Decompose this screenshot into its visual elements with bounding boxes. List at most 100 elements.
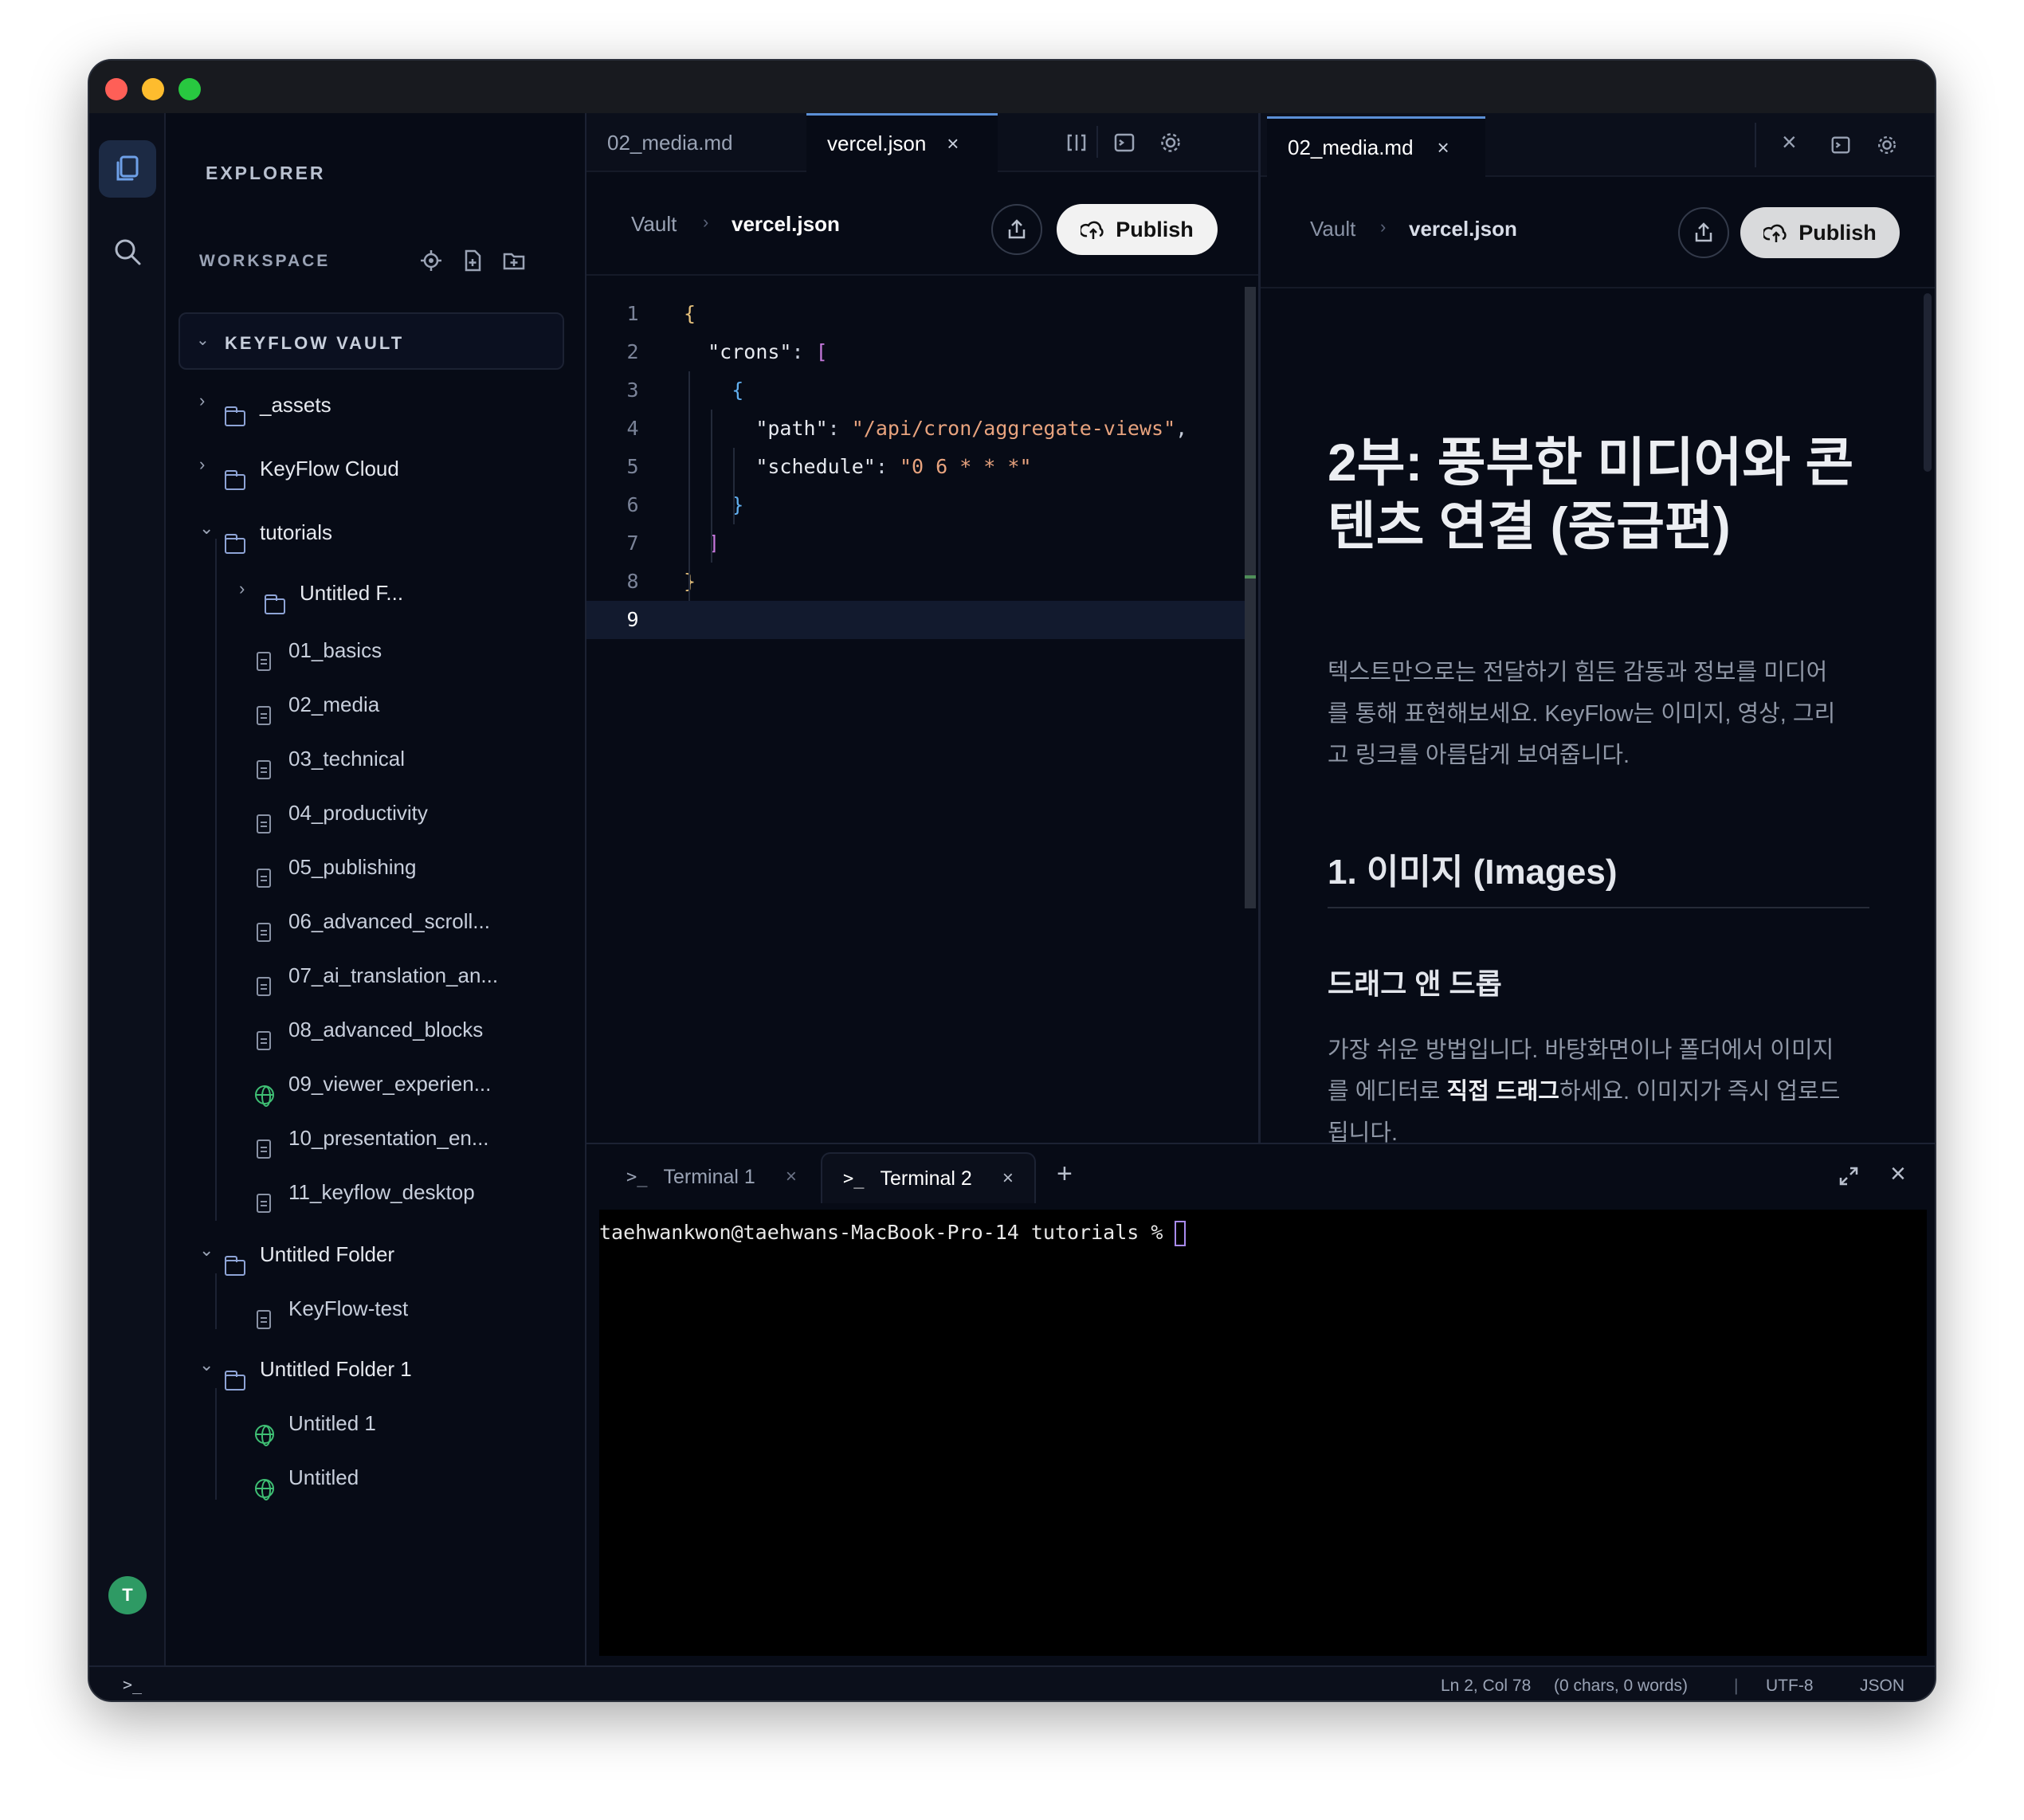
tab-label: 02_media.md [1288, 135, 1414, 159]
publish-button[interactable]: Publish [1057, 204, 1218, 255]
close-tab-icon[interactable]: × [1002, 1167, 1014, 1190]
explorer-rail-button[interactable] [99, 140, 156, 198]
tree-file[interactable]: KeyFlow-test [166, 1286, 583, 1329]
terminal-output[interactable]: taehwankwon@taehwans-MacBook-Pro-14 tuto… [599, 1210, 1927, 1656]
new-file-button[interactable] [461, 249, 484, 277]
globe-icon [255, 1479, 274, 1500]
terminal-tab-label: Terminal 2 [880, 1167, 972, 1190]
tree-item-label: 05_publishing [288, 855, 417, 879]
file-icon [257, 1310, 271, 1329]
tree-item-label: Untitled F... [300, 581, 404, 605]
file-icon [257, 1031, 271, 1050]
tree-file[interactable]: 02_media [166, 682, 583, 725]
code-editor[interactable]: 1{2 "crons": [3 {4 "path": "/api/cron/ag… [586, 287, 1245, 1084]
folder-icon [225, 406, 245, 426]
line-number: 6 [626, 493, 639, 516]
terminal-tab-2[interactable]: >_ Terminal 2 × [821, 1152, 1036, 1203]
close-tab-icon[interactable]: × [1438, 135, 1449, 160]
add-terminal-icon[interactable]: + [1057, 1159, 1073, 1190]
terminal-tab-1[interactable]: >_ Terminal 1 × [602, 1152, 834, 1202]
chevron-down-icon[interactable]: ⌄ [199, 518, 214, 539]
terminal-toggle-button[interactable] [1830, 134, 1852, 156]
bold-text: 직접 드래그 [1446, 1079, 1559, 1104]
tree-folder[interactable]: ⌄ Untitled Folder [166, 1232, 583, 1276]
new-folder-button[interactable] [502, 249, 526, 277]
minimize-window-button[interactable] [142, 78, 164, 100]
pane-settings-button[interactable] [1159, 131, 1183, 155]
editor-scrollbar[interactable] [1245, 287, 1256, 908]
right-tab-bar: 02_media.md × × [1261, 113, 1935, 177]
folder-icon [225, 1371, 245, 1390]
tree-file[interactable]: 06_advanced_scroll... [166, 899, 583, 942]
search-rail-button[interactable] [99, 223, 156, 280]
tree-file[interactable]: 10_presentation_en... [166, 1116, 583, 1159]
tree-item-label: 04_productivity [288, 801, 428, 825]
share-button[interactable] [1678, 207, 1729, 258]
line-number: 3 [626, 379, 639, 402]
split-view-button[interactable] [1065, 131, 1088, 155]
tab-vercel-json[interactable]: vercel.json × [806, 113, 998, 172]
line-number: 4 [626, 417, 639, 440]
tree-file[interactable]: 09_viewer_experien... [166, 1061, 583, 1107]
terminal-prompt-icon[interactable]: >_ [123, 1675, 142, 1694]
encoding[interactable]: UTF-8 [1766, 1677, 1814, 1696]
tree-folder[interactable]: › KeyFlow Cloud [166, 446, 583, 490]
avatar[interactable]: T [108, 1576, 147, 1614]
line-number: 8 [626, 570, 639, 593]
indent-guide [215, 1388, 217, 1500]
chevron-right-icon[interactable]: › [199, 454, 205, 475]
publish-button[interactable]: Publish [1740, 207, 1900, 258]
tree-file[interactable]: 04_productivity [166, 790, 583, 834]
tree-file[interactable]: 11_keyflow_desktop [166, 1170, 583, 1213]
file-icon [257, 1139, 271, 1159]
zoom-window-button[interactable] [178, 78, 201, 100]
heading-line: 2부: 풍부한 미디어와 콘 [1328, 433, 1854, 492]
vault-header[interactable]: ⌄ KEYFLOW VAULT [178, 312, 564, 370]
preview-scrollbar[interactable] [1924, 293, 1932, 472]
breadcrumb-root[interactable]: Vault [631, 212, 677, 237]
close-window-button[interactable] [105, 78, 127, 100]
close-tab-icon[interactable]: × [786, 1166, 797, 1188]
chevron-down-icon[interactable]: ⌄ [199, 1355, 214, 1375]
folder-icon [265, 594, 285, 614]
tree-file[interactable]: Untitled 1 [166, 1401, 583, 1446]
share-icon [1695, 222, 1712, 242]
tree-folder[interactable]: › _assets [166, 382, 583, 426]
tree-folder[interactable]: ⌄ tutorials [166, 510, 583, 554]
close-pane-icon[interactable]: × [1782, 127, 1797, 157]
pane-settings-button[interactable] [1876, 134, 1898, 156]
language-mode[interactable]: JSON [1860, 1677, 1904, 1696]
cursor-position[interactable]: Ln 2, Col 78 [1441, 1677, 1531, 1696]
close-panel-icon[interactable]: × [1890, 1159, 1906, 1190]
target-icon [421, 250, 441, 271]
globe-icon [255, 1085, 274, 1107]
tree-item-label: 11_keyflow_desktop [288, 1180, 475, 1204]
preview-heading-1: 2부: 풍부한 미디어와 콘 텐츠 연결 (중급편) [1328, 430, 1853, 558]
tab-02-media-preview[interactable]: 02_media.md × [1267, 116, 1485, 177]
tree-file[interactable]: 05_publishing [166, 845, 583, 888]
code-text: { [732, 379, 744, 402]
tab-02-media[interactable]: 02_media.md [586, 113, 806, 172]
chevron-right-icon[interactable]: › [239, 579, 245, 599]
locate-file-button[interactable] [419, 249, 443, 277]
tree-file[interactable]: 07_ai_translation_an... [166, 953, 583, 996]
tree-file[interactable]: 03_technical [166, 736, 583, 779]
terminal-toggle-button[interactable] [1112, 131, 1136, 155]
close-tab-icon[interactable]: × [947, 131, 959, 156]
share-button[interactable] [991, 204, 1042, 255]
tree-folder[interactable]: ⌄ Untitled Folder 1 [166, 1347, 583, 1390]
preview-intro-paragraph: 텍스트만으로는 전달하기 힘든 감동과 정보를 미디어 를 통해 표현해보세요.… [1328, 652, 1835, 776]
tree-folder[interactable]: › Untitled F... [166, 571, 583, 614]
tree-file[interactable]: Untitled [166, 1455, 583, 1500]
maximize-panel-button[interactable] [1838, 1165, 1860, 1191]
code-line: 4 "path": "/api/cron/aggregate-views", [586, 410, 1245, 448]
breadcrumb-root[interactable]: Vault [1310, 217, 1355, 241]
chevron-down-icon[interactable]: ⌄ [199, 1240, 214, 1261]
line-number: 5 [626, 455, 639, 478]
tree-file[interactable]: 08_advanced_blocks [166, 1007, 583, 1050]
code-line: 9 [586, 601, 1245, 639]
terminal-prompt-icon: >_ [626, 1167, 648, 1187]
chevron-right-icon[interactable]: › [199, 390, 205, 411]
breadcrumb-file: vercel.json [732, 212, 840, 236]
tree-file[interactable]: 01_basics [166, 628, 583, 671]
